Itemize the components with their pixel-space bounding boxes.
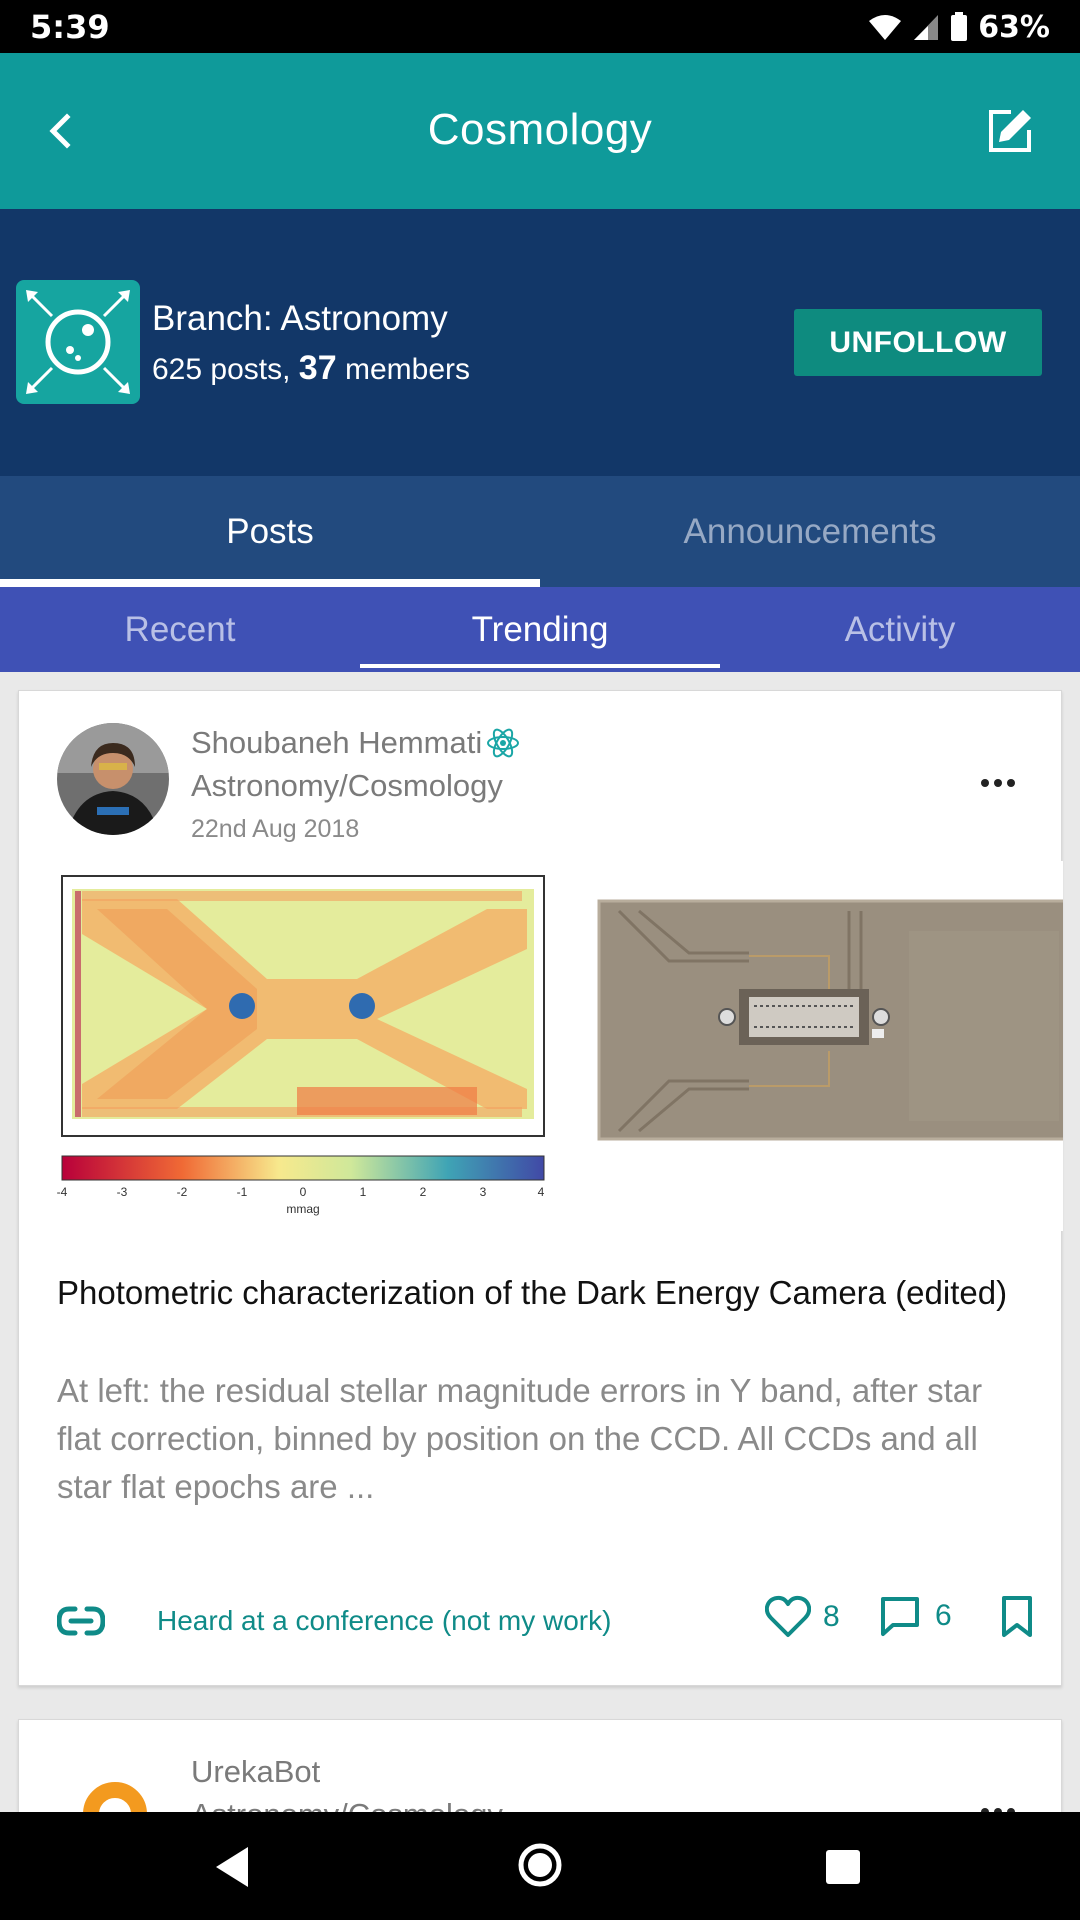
comment-button[interactable]: 6 — [879, 1595, 952, 1637]
primary-tabs: Posts Announcements — [0, 476, 1080, 587]
nav-home-icon[interactable] — [515, 1840, 565, 1890]
post-title[interactable]: Photometric characterization of the Dark… — [57, 1269, 1017, 1317]
app-bar: Cosmology — [0, 53, 1080, 209]
page-title: Cosmology — [427, 105, 653, 154]
colorbar-tick: -1 — [237, 1185, 248, 1199]
colorbar-tick: -3 — [117, 1185, 128, 1199]
post-branch[interactable]: Astronomy/Cosmology — [191, 768, 503, 804]
colorbar-tick: 0 — [300, 1185, 307, 1199]
post-author[interactable]: Shoubaneh Hemmati — [191, 725, 520, 761]
colorbar-tick: -2 — [177, 1185, 188, 1199]
comment-icon — [881, 1597, 919, 1636]
tab-trending[interactable]: Trending — [360, 587, 720, 672]
branch-name: Branch: Astronomy — [152, 299, 448, 338]
colorbar-tick: 4 — [538, 1185, 545, 1199]
tab-activity[interactable]: Activity — [720, 587, 1080, 672]
unfollow-button[interactable]: UNFOLLOW — [794, 309, 1042, 376]
system-nav-bar — [0, 1812, 1080, 1920]
colorbar-tick: 2 — [420, 1185, 427, 1199]
post-date: 22nd Aug 2018 — [191, 815, 360, 843]
avatar[interactable] — [59, 1754, 171, 1812]
residual-map-image[interactable]: -4 -3 -2 -1 0 1 2 3 4 mmag — [57, 869, 557, 1219]
colorbar-tick: 1 — [360, 1185, 367, 1199]
post-excerpt[interactable]: At left: the residual stellar magnitude … — [57, 1367, 1017, 1511]
secondary-tabs: Recent Trending Activity — [0, 587, 1080, 672]
colorbar-tick: -4 — [57, 1185, 68, 1199]
edit-icon — [989, 110, 1031, 152]
more-icon — [981, 779, 1015, 787]
colorbar-label: mmag — [286, 1202, 319, 1216]
post-card[interactable]: Shoubaneh Hemmati Astronomy/Cosmology 22… — [18, 690, 1063, 1686]
status-bar: 5:39 63% — [0, 0, 1080, 53]
colorbar-tick: 3 — [480, 1185, 487, 1199]
post-card[interactable]: UrekaBot Astronomy/Cosmology — [18, 1719, 1062, 1812]
like-button[interactable]: 8 — [765, 1595, 840, 1639]
post-footer: Heard at a conference (not my work) 8 6 — [57, 1591, 1032, 1651]
ccd-photo-image[interactable] — [579, 861, 1063, 1231]
tab-posts[interactable]: Posts — [0, 476, 540, 587]
post-branch[interactable]: Astronomy/Cosmology — [191, 1797, 503, 1812]
members-label: members — [344, 353, 470, 386]
battery-icon — [951, 12, 968, 41]
posts-count: 625 — [152, 353, 203, 386]
atom-icon — [487, 728, 520, 758]
battery-percent: 63% — [978, 9, 1050, 45]
planet-icon — [16, 280, 140, 404]
comment-count: 6 — [935, 1599, 952, 1632]
source-label: Heard at a conference (not my work) — [157, 1605, 612, 1636]
edit-button[interactable] — [978, 99, 1042, 163]
posts-label: posts, — [210, 353, 291, 386]
nav-recent-icon[interactable] — [818, 1842, 868, 1892]
branch-stats: 625 posts, 37 members — [152, 349, 470, 388]
post-author[interactable]: UrekaBot — [191, 1754, 320, 1790]
heart-icon — [765, 1595, 811, 1637]
link-icon — [57, 1606, 105, 1636]
signal-icon — [914, 15, 939, 40]
post-media[interactable]: -4 -3 -2 -1 0 1 2 3 4 mmag — [19, 861, 1063, 1231]
tab-announcements[interactable]: Announcements — [540, 476, 1080, 587]
nav-back-icon[interactable] — [210, 1842, 260, 1892]
bookmark-button[interactable] — [1001, 1595, 1033, 1644]
bookmark-icon — [1002, 1596, 1032, 1637]
avatar[interactable] — [57, 723, 169, 835]
author-name: Shoubaneh Hemmati — [191, 725, 483, 760]
status-time: 5:39 — [30, 8, 110, 46]
screen: 5:39 63% Cosmology Branch: Astronomy 625… — [0, 0, 1080, 1920]
status-indicators: 63% — [868, 8, 1050, 46]
wifi-icon — [869, 15, 902, 40]
more-options-button[interactable] — [973, 1792, 1023, 1812]
branch-header: Branch: Astronomy 625 posts, 37 members … — [0, 209, 1080, 476]
tab-recent[interactable]: Recent — [0, 587, 360, 672]
more-options-button[interactable] — [973, 763, 1023, 803]
post-feed[interactable]: Shoubaneh Hemmati Astronomy/Cosmology 22… — [0, 672, 1080, 1812]
like-count: 8 — [823, 1600, 840, 1633]
members-count: 37 — [298, 349, 337, 387]
